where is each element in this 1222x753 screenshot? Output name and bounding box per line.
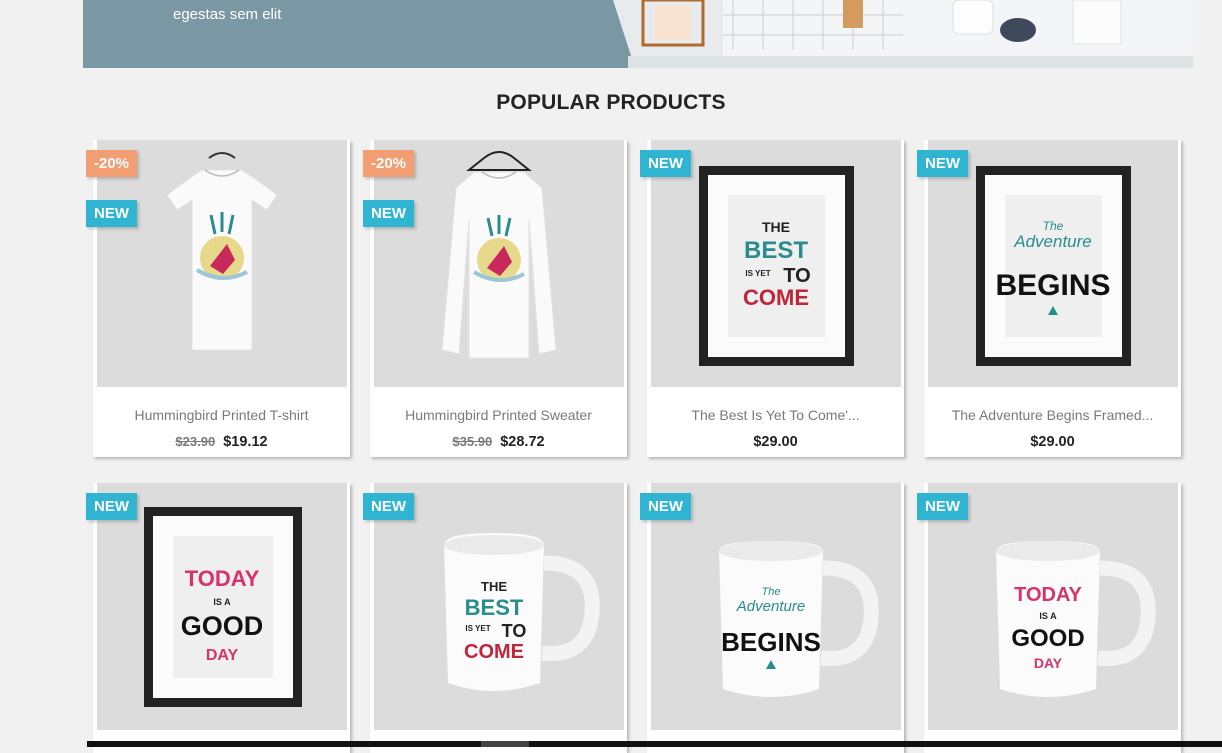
product-card[interactable]: The Adventure BEGINS NEW bbox=[640, 483, 904, 753]
discount-badge: -20% bbox=[363, 150, 415, 177]
product-card[interactable]: THE BEST IS YET TO COME NEW bbox=[363, 483, 627, 753]
product-image[interactable] bbox=[374, 140, 624, 387]
horizontal-scrollbar[interactable] bbox=[87, 741, 1222, 747]
art-text: Adventure bbox=[736, 598, 805, 615]
product-image[interactable]: TODAY IS A GOOD DAY bbox=[97, 483, 347, 730]
new-badge: NEW bbox=[86, 200, 137, 227]
scrollbar-thumb[interactable] bbox=[481, 741, 529, 747]
product-card[interactable]: The Adventure BEGINS NEW The Adventure B… bbox=[917, 140, 1181, 457]
product-card[interactable]: -20% NEW Hummingbird Printed Sweater $35… bbox=[363, 140, 627, 457]
product-image[interactable]: The Adventure BEGINS bbox=[651, 483, 901, 730]
art-text: IS YET bbox=[745, 269, 770, 278]
art-text: TO bbox=[502, 621, 527, 641]
art-text: TODAY bbox=[1014, 584, 1082, 606]
product-name[interactable]: Hummingbird Printed T-shirt bbox=[93, 407, 350, 423]
product-price-line: $35.90 $28.72 bbox=[370, 434, 627, 450]
art-text: BEST bbox=[744, 237, 808, 264]
new-badge: NEW bbox=[86, 493, 137, 520]
discount-badge: -20% bbox=[86, 150, 138, 177]
new-badge: NEW bbox=[363, 200, 414, 227]
regular-price: $35.90 bbox=[452, 434, 493, 449]
product-card[interactable]: TODAY IS A GOOD DAY NEW bbox=[917, 483, 1181, 753]
art-text: COME bbox=[464, 641, 524, 663]
product-name[interactable]: Hummingbird Printed Sweater bbox=[370, 407, 627, 423]
art-text: The bbox=[1043, 219, 1064, 233]
art-text: IS YET bbox=[465, 624, 490, 633]
art-text: DAY bbox=[206, 647, 239, 664]
regular-price: $23.90 bbox=[175, 434, 216, 449]
art-text: Adventure bbox=[1013, 232, 1092, 251]
product-name[interactable]: The Best Is Yet To Come'... bbox=[647, 407, 904, 423]
product-price-line: $29.00 bbox=[647, 434, 904, 450]
art-text: BEGINS bbox=[995, 269, 1110, 302]
new-badge: NEW bbox=[917, 493, 968, 520]
art-text: GOOD bbox=[181, 611, 264, 641]
popular-products-title: POPULAR PRODUCTS bbox=[496, 91, 726, 114]
new-badge: NEW bbox=[917, 150, 968, 177]
product-image[interactable]: The Adventure BEGINS bbox=[928, 140, 1178, 387]
art-text: DAY bbox=[1034, 655, 1063, 671]
product-price-line: $29.00 bbox=[924, 434, 1181, 450]
product-image[interactable]: TODAY IS A GOOD DAY bbox=[928, 483, 1178, 730]
product-card[interactable]: THE BEST IS YET TO COME NEW The Best Is … bbox=[640, 140, 904, 457]
art-text: TODAY bbox=[185, 566, 260, 591]
product-image[interactable]: THE BEST IS YET TO COME bbox=[374, 483, 624, 730]
product-price: $28.72 bbox=[500, 434, 545, 450]
art-text: BEGINS bbox=[721, 627, 821, 657]
product-image[interactable]: THE BEST IS YET TO COME bbox=[651, 140, 901, 387]
art-text: TO bbox=[783, 265, 810, 287]
art-text: IS A bbox=[1039, 611, 1057, 621]
art-text: COME bbox=[743, 285, 809, 310]
art-text: The bbox=[762, 586, 781, 598]
banner-text: egestas sem elit bbox=[173, 6, 282, 23]
product-name[interactable]: The Adventure Begins Framed... bbox=[924, 407, 1181, 423]
product-price: $29.00 bbox=[1030, 434, 1075, 450]
new-badge: NEW bbox=[363, 493, 414, 520]
art-text: GOOD bbox=[1011, 625, 1084, 652]
art-text: THE bbox=[762, 219, 790, 235]
product-card[interactable]: TODAY IS A GOOD DAY NEW bbox=[86, 483, 350, 753]
art-text: BEST bbox=[465, 595, 524, 620]
new-badge: NEW bbox=[640, 493, 691, 520]
new-badge: NEW bbox=[640, 150, 691, 177]
product-card[interactable]: -20% NEW Hummingbird Printed T-shirt $23… bbox=[86, 140, 350, 457]
art-text: THE bbox=[481, 579, 507, 594]
product-price: $29.00 bbox=[753, 434, 798, 450]
product-price-line: $23.90 $19.12 bbox=[93, 434, 350, 450]
product-price: $19.12 bbox=[223, 434, 268, 450]
hero-banner[interactable]: egestas sem elit bbox=[83, 0, 1193, 68]
art-text: IS A bbox=[213, 597, 231, 607]
product-image[interactable] bbox=[97, 140, 347, 387]
